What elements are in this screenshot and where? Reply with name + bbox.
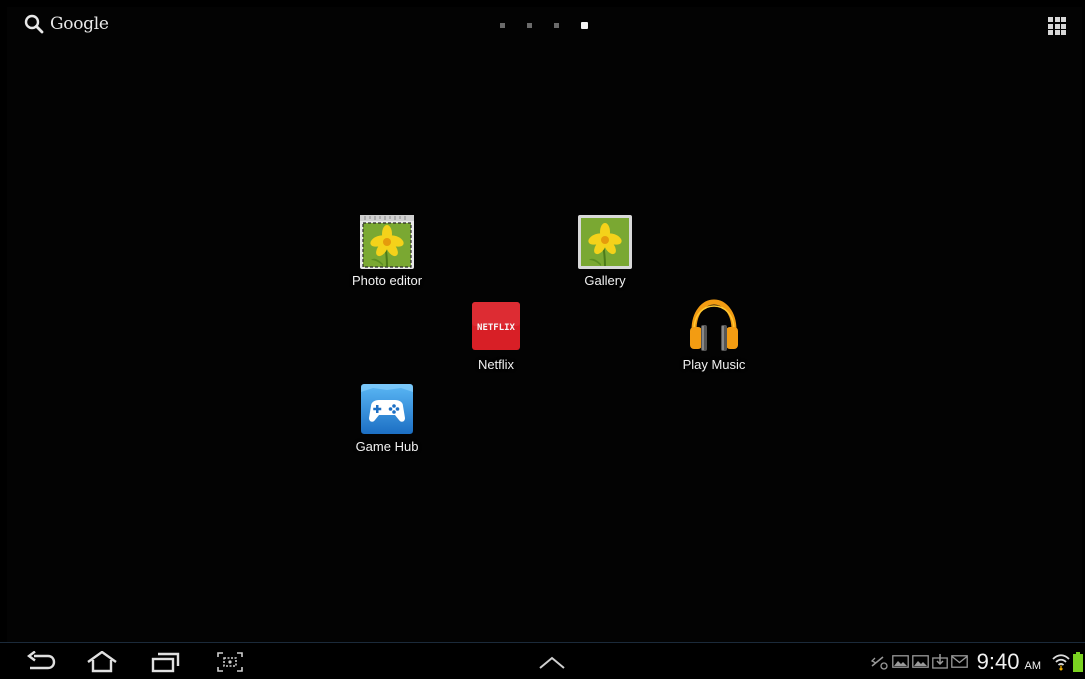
shortcut-photo-editor[interactable]: Photo editor: [332, 214, 442, 288]
game-hub-icon: [359, 380, 415, 436]
photo-editor-icon: [359, 214, 415, 270]
system-bar: 9:40 AM: [0, 642, 1085, 679]
status-area[interactable]: 9:40 AM: [869, 643, 1085, 679]
google-search-widget[interactable]: Google: [24, 14, 109, 34]
shortcut-label: Netflix: [477, 357, 515, 372]
shortcut-gallery[interactable]: Gallery: [550, 214, 660, 288]
back-icon: [27, 650, 56, 670]
email-icon: [950, 655, 968, 668]
status-clock: 9:40: [976, 648, 1020, 674]
back-button[interactable]: [26, 650, 56, 677]
shortcut-netflix[interactable]: NETFLIX Netflix: [441, 298, 551, 372]
page-dot[interactable]: [527, 23, 532, 28]
screenshot-button[interactable]: [216, 651, 244, 677]
grid-cell: [1054, 30, 1060, 35]
grid-cell: [1048, 17, 1053, 22]
shortcut-label: Game Hub: [355, 439, 419, 454]
chevron-up-icon: [539, 656, 565, 669]
image-notification-icon: [891, 655, 909, 668]
grid-cell: [1054, 17, 1060, 22]
grid-cell: [1054, 23, 1060, 29]
grid-cell: [1048, 23, 1053, 29]
all-apps-tray-button[interactable]: [538, 655, 566, 674]
grid-cell: [1061, 30, 1066, 35]
recent-apps-button[interactable]: [151, 651, 181, 677]
shortcut-game-hub[interactable]: Game Hub: [332, 380, 442, 454]
gallery-icon: [577, 214, 633, 270]
grid-cell: [1048, 30, 1053, 35]
shortcut-label: Play Music: [682, 357, 746, 372]
page-dot[interactable]: [554, 23, 559, 28]
netflix-icon: NETFLIX: [468, 298, 524, 354]
page-dot-active[interactable]: [581, 22, 588, 29]
recent-apps-icon: [151, 652, 180, 673]
download-notification-icon: [931, 654, 948, 669]
shortcut-label: Gallery: [584, 273, 626, 288]
apps-grid-button[interactable]: [1048, 17, 1066, 35]
battery-icon: [1073, 651, 1083, 672]
wifi-icon: [1052, 653, 1070, 671]
home-button[interactable]: [86, 650, 118, 677]
home-icon: [87, 650, 117, 673]
shortcut-label: Photo editor: [351, 273, 423, 288]
netflix-logo-text: NETFLIX: [477, 323, 516, 333]
screenshot-icon: [217, 652, 243, 672]
grid-cell: [1061, 23, 1066, 29]
grid-cell: [1061, 17, 1066, 22]
page-indicator: [500, 22, 588, 29]
usb-debug-icon: [870, 655, 888, 670]
play-music-icon: [686, 298, 742, 354]
shortcut-play-music[interactable]: Play Music: [659, 298, 769, 372]
page-dot[interactable]: [500, 23, 505, 28]
search-icon: [24, 14, 44, 34]
home-screen: Google Photo editor Gallery NETFLIX Netf…: [0, 0, 1085, 679]
status-ampm: AM: [1024, 659, 1042, 672]
google-search-label: Google: [50, 14, 109, 34]
image-notification-icon: [911, 655, 929, 668]
